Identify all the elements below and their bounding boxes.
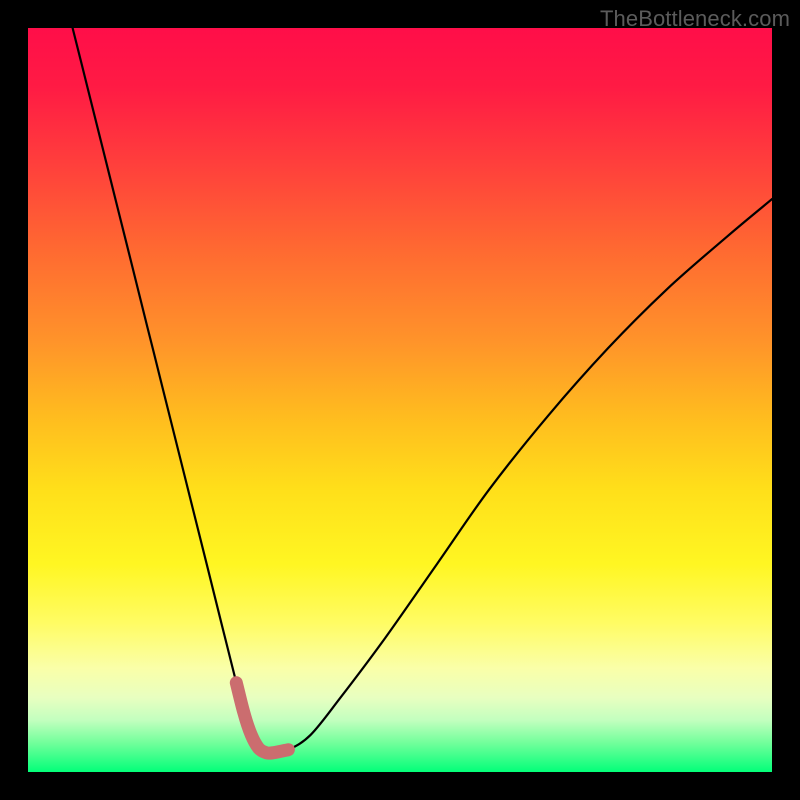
watermark-text: TheBottleneck.com (600, 6, 790, 32)
bottleneck-curve-path (73, 28, 772, 753)
curve-layer (28, 28, 772, 772)
chart-frame (28, 28, 772, 772)
highlight-path (236, 683, 288, 753)
